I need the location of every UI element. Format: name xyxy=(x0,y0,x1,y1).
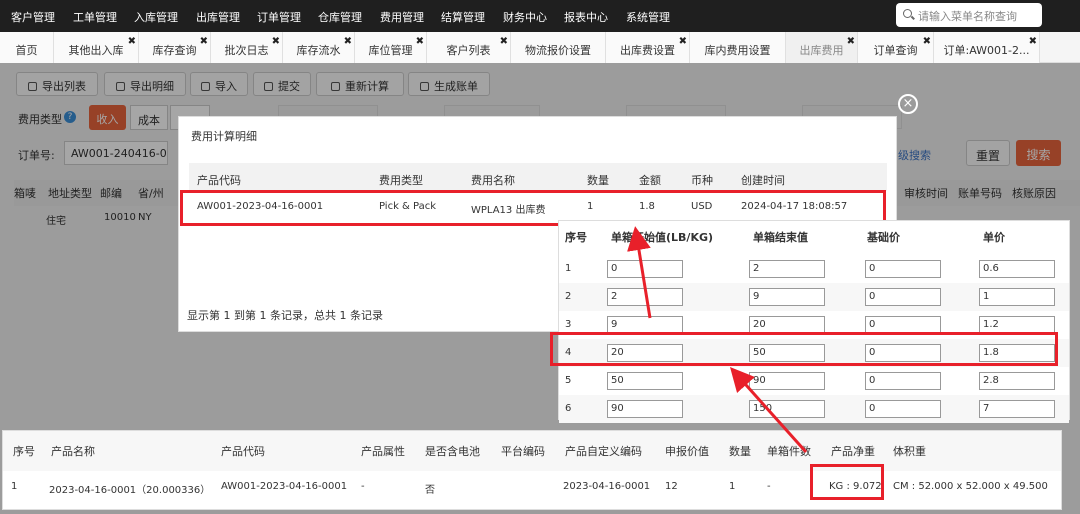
annotation-arrows xyxy=(627,226,808,454)
arrow-icon xyxy=(729,367,808,454)
arrow-icon xyxy=(627,226,652,319)
